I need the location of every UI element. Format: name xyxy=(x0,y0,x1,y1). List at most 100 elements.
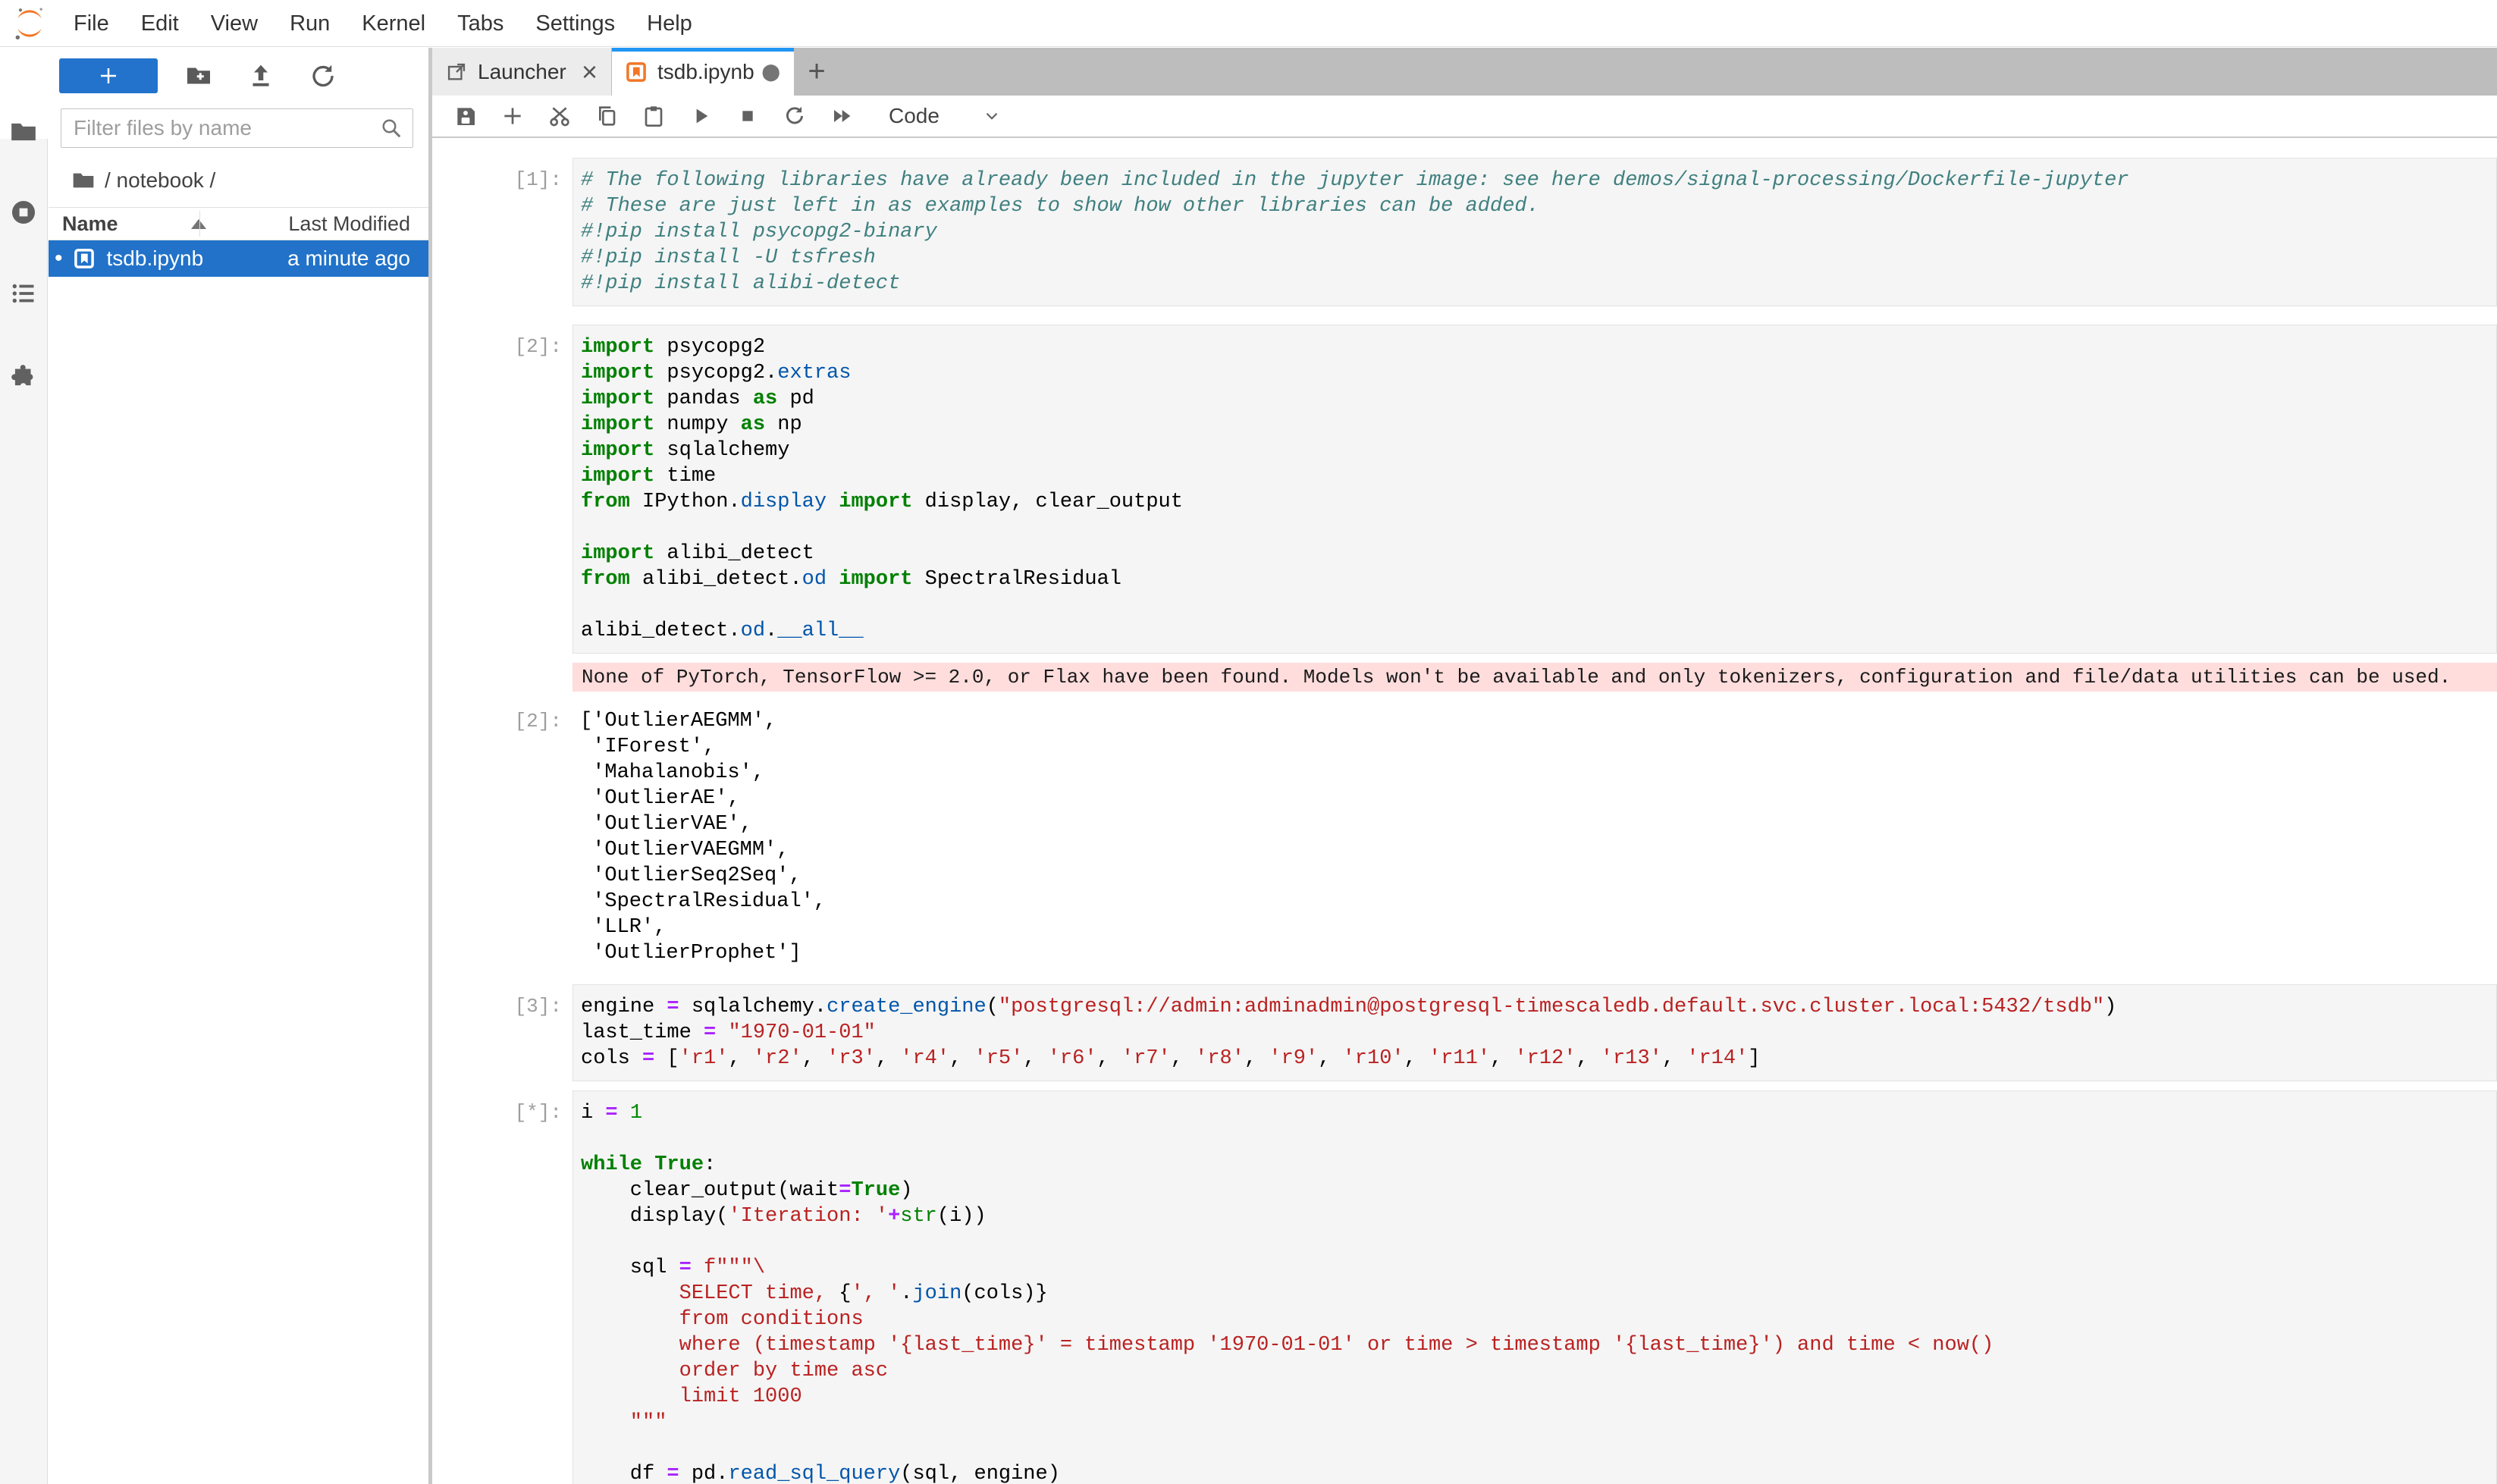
code-line: cols = ['r1', 'r2', 'r3', 'r4', 'r5', 'r… xyxy=(581,1046,2489,1071)
paste-button-icon[interactable] xyxy=(642,104,666,128)
main-dock-panel: Launcher × tsdb.ipynb ⬤ + Code [1]:# The fol… xyxy=(428,48,2497,1484)
menu-items: FileEditViewRunKernelTabsSettingsHelp xyxy=(58,0,708,47)
save-button-icon[interactable] xyxy=(453,104,478,128)
sidebar-file-browser-icon[interactable] xyxy=(9,118,38,146)
code-line: 'OutlierAE', xyxy=(580,786,2489,811)
code-line: import alibi_detect xyxy=(581,541,2489,566)
fast-forward-button-icon[interactable] xyxy=(830,104,854,128)
code-line: limit 1000 xyxy=(581,1384,2489,1410)
sidebar-extensions-icon[interactable] xyxy=(9,362,38,391)
close-tab-icon[interactable]: × xyxy=(582,56,598,88)
menu-bar: FileEditViewRunKernelTabsSettingsHelp xyxy=(0,0,2497,47)
restart-button-icon[interactable] xyxy=(783,104,807,128)
code-line: # The following libraries have already b… xyxy=(581,168,2489,193)
menu-edit[interactable]: Edit xyxy=(125,0,195,47)
code-line: engine = sqlalchemy.create_engine("postg… xyxy=(581,994,2489,1020)
code-line: alibi_detect.od.__all__ xyxy=(581,618,2489,644)
code-line: #!pip install psycopg2-binary xyxy=(581,219,2489,245)
tab-tsdb-ipynb[interactable]: tsdb.ipynb ⬤ xyxy=(612,48,794,96)
refresh-icon[interactable] xyxy=(309,62,337,89)
menu-run[interactable]: Run xyxy=(274,0,346,47)
cell-editor[interactable]: i = 1 while True: clear_output(wait=True… xyxy=(572,1090,2497,1484)
file-browser-panel: / notebook / Name Last Modified • tsdb.ip… xyxy=(49,48,428,1484)
code-line: from conditions xyxy=(581,1307,2489,1332)
folder-icon[interactable] xyxy=(71,168,96,193)
upload-icon[interactable] xyxy=(247,62,274,89)
code-cell: [1]:# The following libraries have alrea… xyxy=(432,158,2497,306)
output-area: [2]:['OutlierAEGMM', 'IForest', 'Mahalan… xyxy=(432,699,2497,975)
menu-kernel[interactable]: Kernel xyxy=(346,0,441,47)
code-line: where (timestamp '{last_time}' = timesta… xyxy=(581,1332,2489,1358)
tab-label: tsdb.ipynb xyxy=(657,60,754,84)
breadcrumb-path[interactable]: / notebook / xyxy=(105,168,215,193)
code-line: 'OutlierProphet'] xyxy=(580,940,2489,966)
stderr-output: None of PyTorch, TensorFlow >= 2.0, or F… xyxy=(572,663,2497,692)
tab-launcher[interactable]: Launcher × xyxy=(432,48,612,96)
code-line xyxy=(581,1229,2489,1255)
copy-button-icon[interactable] xyxy=(594,104,619,128)
code-line: sql = f"""\ xyxy=(581,1255,2489,1281)
code-line: #!pip install -U tsfresh xyxy=(581,245,2489,271)
code-line: order by time asc xyxy=(581,1358,2489,1384)
code-line: last_time = "1970-01-01" xyxy=(581,1020,2489,1046)
new-folder-icon[interactable] xyxy=(185,62,212,89)
sort-ascending-icon[interactable] xyxy=(191,219,206,229)
code-line: 'IForest', xyxy=(580,734,2489,760)
menu-file[interactable]: File xyxy=(58,0,125,47)
tab-label: Launcher xyxy=(478,60,574,84)
code-line xyxy=(581,1435,2489,1461)
column-last-modified[interactable]: Last Modified xyxy=(288,212,410,236)
code-line: import psycopg2 xyxy=(581,334,2489,360)
code-line: 'LLR', xyxy=(580,915,2489,940)
file-browser-toolbar xyxy=(49,48,428,95)
stop-button-icon[interactable] xyxy=(736,104,760,128)
add-button-icon[interactable] xyxy=(500,104,525,128)
search-icon xyxy=(380,117,403,140)
code-line: i = 1 xyxy=(581,1100,2489,1126)
cut-button-icon[interactable] xyxy=(547,104,572,128)
code-line: import pandas as pd xyxy=(581,386,2489,412)
menu-view[interactable]: View xyxy=(195,0,274,47)
code-line xyxy=(581,1126,2489,1152)
code-cell: [*]:i = 1 while True: clear_output(wait=… xyxy=(432,1090,2497,1484)
menu-help[interactable]: Help xyxy=(631,0,708,47)
code-line: display('Iteration: '+str(i)) xyxy=(581,1203,2489,1229)
sidebar-table-of-contents-icon[interactable] xyxy=(9,279,38,308)
code-line: import time xyxy=(581,463,2489,489)
cell-editor[interactable]: # The following libraries have already b… xyxy=(572,158,2497,306)
file-row[interactable]: •tsdb.ipynba minute ago xyxy=(49,240,428,277)
input-prompt: [*]: xyxy=(432,1090,572,1124)
code-line xyxy=(581,515,2489,541)
column-name[interactable]: Name xyxy=(62,212,118,236)
input-prompt: [2]: xyxy=(432,325,572,358)
sidebar-running-sessions-icon[interactable] xyxy=(9,198,38,227)
code-line xyxy=(581,592,2489,618)
notebook-file-icon xyxy=(74,248,95,269)
code-line: ['OutlierAEGMM', xyxy=(580,708,2489,734)
code-cell: [2]:import psycopg2import psycopg2.extra… xyxy=(432,325,2497,654)
unsaved-dot-icon: • xyxy=(55,240,63,277)
filter-files-input[interactable] xyxy=(61,108,413,148)
new-tab-button[interactable]: + xyxy=(794,48,839,96)
unsaved-dot-icon[interactable]: ⬤ xyxy=(761,62,780,82)
cell-editor[interactable]: engine = sqlalchemy.create_engine("postg… xyxy=(572,984,2497,1081)
code-line: 'Mahalanobis', xyxy=(580,760,2489,786)
cell-type-dropdown[interactable]: Code xyxy=(889,104,940,128)
file-list: •tsdb.ipynba minute ago xyxy=(49,240,428,277)
notebook-orange-icon xyxy=(626,61,647,83)
new-launcher-button[interactable] xyxy=(59,58,158,93)
left-sidebar xyxy=(0,48,48,1484)
input-prompt: [3]: xyxy=(432,984,572,1018)
menu-settings[interactable]: Settings xyxy=(519,0,631,47)
file-name: tsdb.ipynb xyxy=(107,246,204,271)
code-line: import psycopg2.extras xyxy=(581,360,2489,386)
run-button-icon[interactable] xyxy=(689,104,713,128)
notebook-area: [1]:# The following libraries have alrea… xyxy=(432,140,2497,1484)
launcher-icon xyxy=(446,61,467,83)
dock-tab-bar: Launcher × tsdb.ipynb ⬤ + xyxy=(432,48,2497,96)
chevron-down-icon[interactable] xyxy=(982,106,1002,126)
column-divider xyxy=(199,211,200,237)
breadcrumb[interactable]: / notebook / xyxy=(62,166,428,195)
menu-tabs[interactable]: Tabs xyxy=(441,0,519,47)
cell-editor[interactable]: import psycopg2import psycopg2.extrasimp… xyxy=(572,325,2497,654)
